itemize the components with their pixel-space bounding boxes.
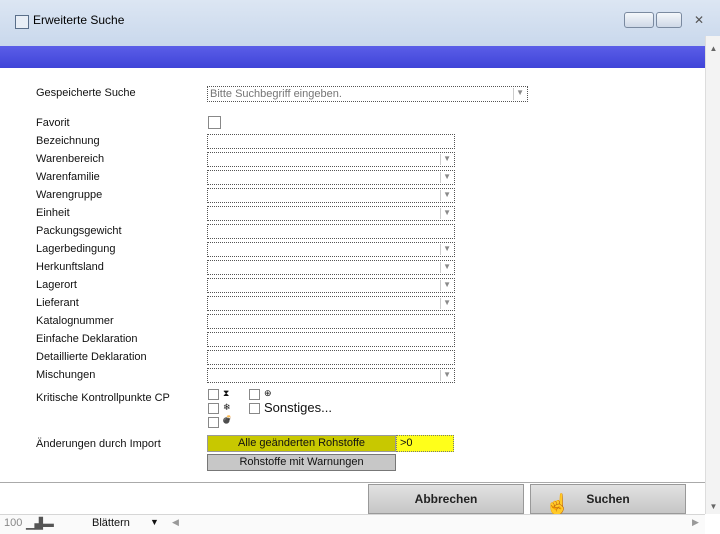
label-favorit: Favorit — [36, 117, 70, 129]
header-band — [0, 46, 705, 68]
label-warenfamilie: Warenfamilie — [36, 171, 100, 183]
bezeichnung-input[interactable] — [207, 134, 455, 149]
dropdown-separator — [440, 172, 441, 183]
herkunftsland-dropdown[interactable]: ▼ — [207, 260, 455, 275]
app-icon — [15, 15, 29, 29]
label-kritische-kontrollpunkte: Kritische Kontrollpunkte CP — [36, 392, 170, 404]
chevron-down-icon[interactable]: ▼ — [443, 208, 451, 217]
lieferant-dropdown[interactable]: ▼ — [207, 296, 455, 311]
warnings-materials-button[interactable]: Rohstoffe mit Warnungen — [207, 454, 396, 471]
saved-search-input[interactable] — [210, 88, 495, 100]
changed-materials-button[interactable]: Alle geänderten Rohstoffe — [207, 435, 396, 452]
scroll-right-icon[interactable]: ▶ — [692, 517, 699, 528]
layout-icon[interactable]: ▁▟▬ — [26, 517, 54, 530]
kcp-checkbox-bomb[interactable] — [208, 417, 219, 428]
label-lagerort: Lagerort — [36, 279, 77, 291]
lagerbedingung-dropdown[interactable]: ▼ — [207, 242, 455, 257]
dropdown-separator — [440, 154, 441, 165]
scroll-up-icon[interactable]: ▲ — [706, 44, 720, 53]
mischungen-dropdown[interactable]: ▼ — [207, 368, 455, 383]
label-aenderungen-import: Änderungen durch Import — [36, 438, 161, 450]
sonstiges-label: Sonstiges... — [264, 400, 332, 415]
katalognummer-input[interactable] — [207, 314, 455, 329]
dropdown-separator — [440, 280, 441, 291]
chevron-down-icon[interactable]: ▼ — [443, 370, 451, 379]
dropdown-separator — [440, 370, 441, 381]
cancel-button[interactable]: Abbrechen — [368, 484, 524, 514]
label-lieferant: Lieferant — [36, 297, 79, 309]
form-area — [0, 68, 705, 482]
label-mischungen: Mischungen — [36, 369, 96, 381]
label-warengruppe: Warengruppe — [36, 189, 103, 201]
dropdown-separator — [440, 208, 441, 219]
label-warenbereich: Warenbereich — [36, 153, 105, 165]
vertical-scrollbar[interactable]: ▲ ▼ — [705, 36, 720, 514]
warenfamilie-dropdown[interactable]: ▼ — [207, 170, 455, 185]
scroll-down-icon[interactable]: ▼ — [706, 502, 720, 511]
hourglass-icon: ⧗ — [223, 388, 230, 398]
kcp-checkbox-hourglass[interactable] — [208, 389, 219, 400]
detaillierte-deklaration-input[interactable] — [207, 350, 455, 365]
changed-materials-value: >0 — [396, 435, 454, 452]
warenbereich-dropdown[interactable]: ▼ — [207, 152, 455, 167]
minimize-button[interactable] — [624, 12, 654, 28]
saved-search-label: Gespeicherte Suche — [36, 87, 136, 99]
chevron-down-icon[interactable]: ▼ — [443, 154, 451, 163]
chevron-down-icon[interactable]: ▼ — [443, 262, 451, 271]
kcp-checkbox-snowflake[interactable] — [208, 403, 219, 414]
saved-search-dropdown[interactable]: ▼ — [207, 86, 528, 102]
crosshair-icon: ⊕ — [264, 388, 272, 398]
dropdown-separator — [440, 262, 441, 273]
chevron-down-icon[interactable]: ▼ — [443, 172, 451, 181]
label-detaillierte-deklaration: Detaillierte Deklaration — [36, 351, 147, 363]
dropdown-separator — [440, 244, 441, 255]
chevron-down-icon[interactable]: ▼ — [443, 190, 451, 199]
favorit-checkbox[interactable] — [208, 116, 221, 129]
chevron-down-icon[interactable]: ▼ — [443, 244, 451, 253]
label-einheit: Einheit — [36, 207, 70, 219]
window-title: Erweiterte Suche — [33, 13, 125, 27]
kcp-checkbox-sonstiges[interactable] — [249, 403, 260, 414]
label-herkunftsland: Herkunftsland — [36, 261, 104, 273]
einheit-dropdown[interactable]: ▼ — [207, 206, 455, 221]
dropdown-separator — [440, 298, 441, 309]
label-einfache-deklaration: Einfache Deklaration — [36, 333, 138, 345]
scroll-left-icon[interactable]: ◀ — [172, 517, 179, 528]
bomb-icon: 💣 — [222, 415, 232, 424]
maximize-button[interactable] — [656, 12, 682, 28]
mode-label[interactable]: Blättern — [92, 517, 130, 529]
kcp-checkbox-crosshair[interactable] — [249, 389, 260, 400]
chevron-down-icon[interactable]: ▼ — [443, 298, 451, 307]
einfache-deklaration-input[interactable] — [207, 332, 455, 347]
dropdown-separator — [440, 190, 441, 201]
chevron-down-icon[interactable]: ▼ — [443, 280, 451, 289]
close-button[interactable]: ✕ — [684, 12, 714, 28]
mode-dropdown-icon[interactable]: ▼ — [150, 517, 159, 527]
label-bezeichnung: Bezeichnung — [36, 135, 100, 147]
packungsgewicht-input[interactable] — [207, 224, 455, 239]
dropdown-separator — [513, 88, 514, 100]
label-katalognummer: Katalognummer — [36, 315, 114, 327]
chevron-down-icon[interactable]: ▼ — [516, 88, 524, 97]
snowflake-icon: ❄ — [223, 402, 231, 412]
label-lagerbedingung: Lagerbedingung — [36, 243, 116, 255]
warengruppe-dropdown[interactable]: ▼ — [207, 188, 455, 203]
lagerort-dropdown[interactable]: ▼ — [207, 278, 455, 293]
label-packungsgewicht: Packungsgewicht — [36, 225, 122, 237]
zoom-level[interactable]: 100 — [4, 517, 22, 529]
